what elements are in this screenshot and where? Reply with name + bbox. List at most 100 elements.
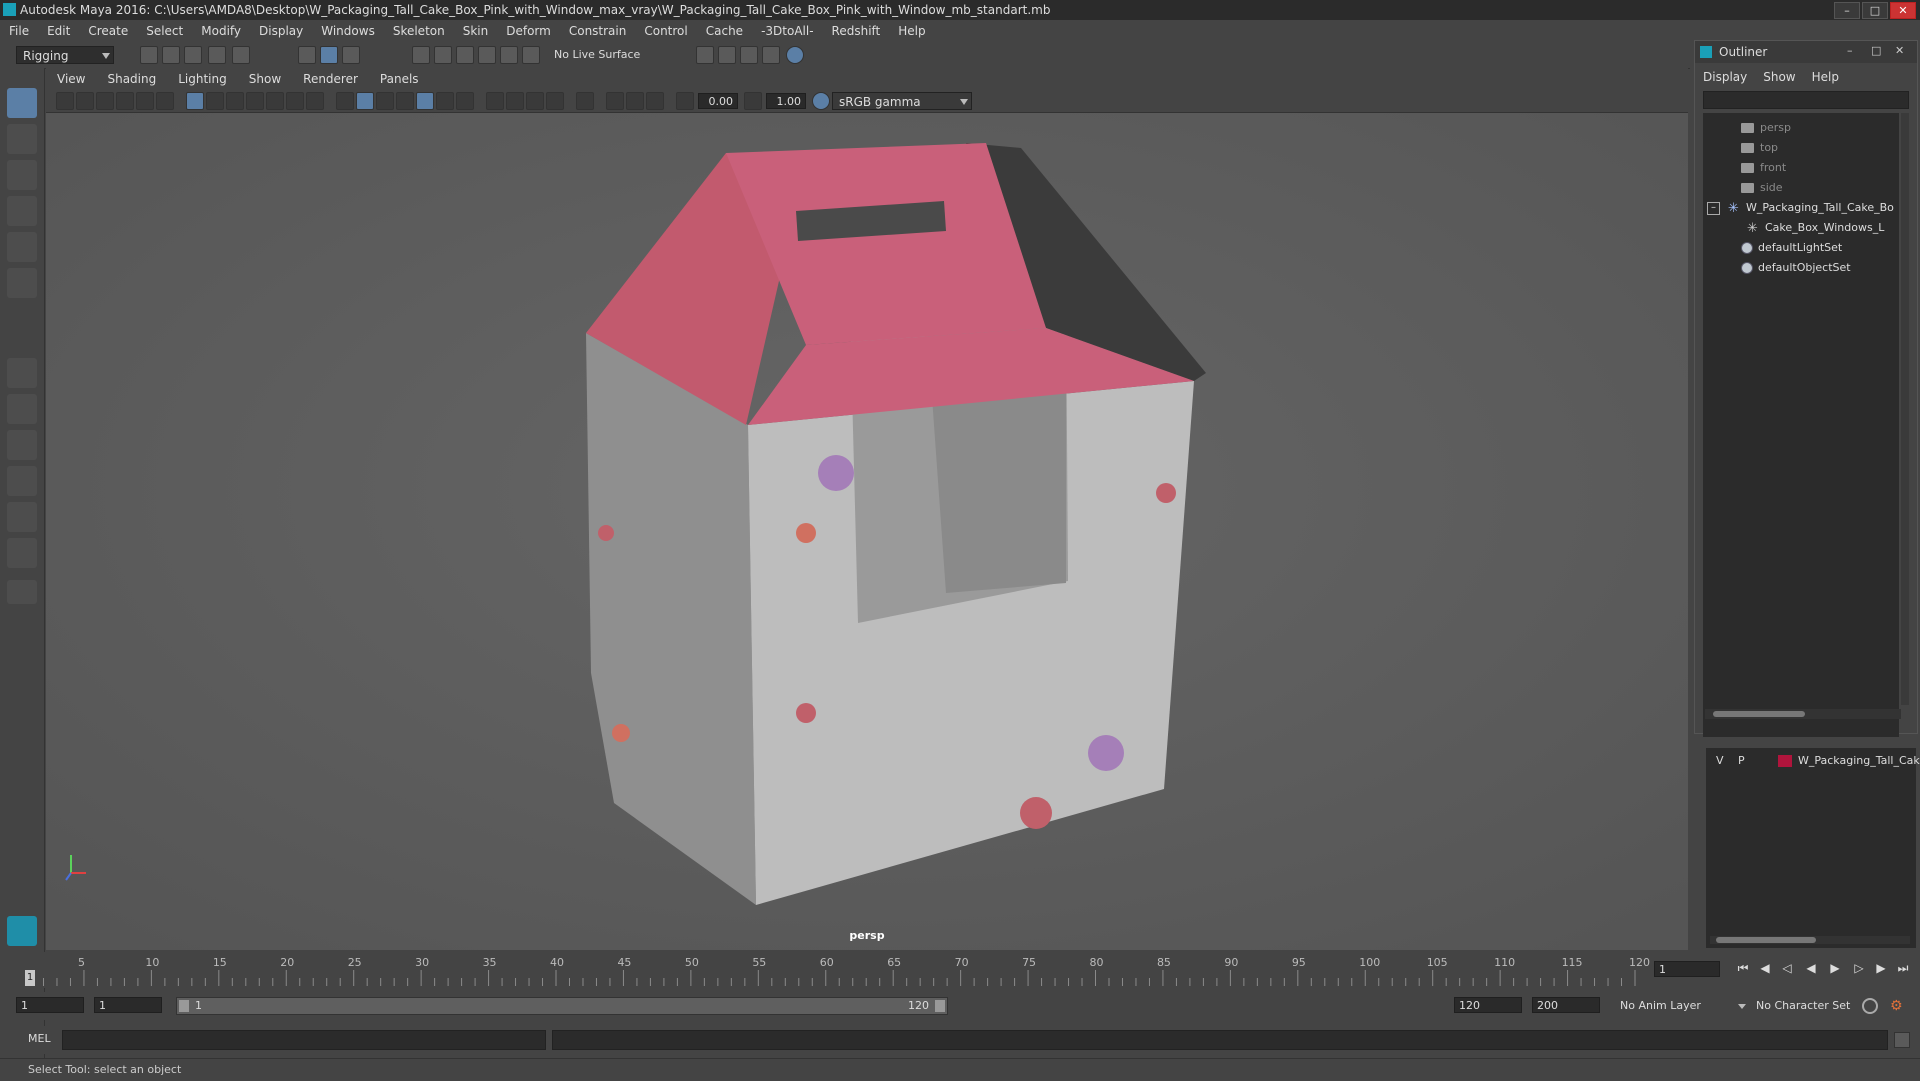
scale-tool-icon[interactable] — [7, 268, 37, 298]
animation-preferences-icon[interactable]: ⚙ — [1890, 998, 1906, 1014]
select-hierarchy-icon[interactable] — [298, 46, 316, 64]
step-forward-frame-icon[interactable]: ▷ — [1852, 961, 1866, 975]
viewport-menu-view[interactable]: View — [46, 72, 96, 86]
outliner-menu-display[interactable]: Display — [1695, 70, 1755, 84]
menu-control[interactable]: Control — [635, 24, 696, 38]
new-scene-icon[interactable] — [140, 46, 158, 64]
textured-icon[interactable] — [416, 92, 434, 110]
outliner-maximize-button[interactable]: □ — [1871, 45, 1885, 57]
wireframe-icon[interactable] — [336, 92, 354, 110]
minimize-button[interactable]: – — [1834, 2, 1860, 19]
outliner-item-default-object-set[interactable]: defaultObjectSet — [1741, 259, 1851, 277]
save-scene-icon[interactable] — [184, 46, 202, 64]
viewport-menu-panels[interactable]: Panels — [369, 72, 430, 86]
wireframe-on-shaded-icon[interactable] — [396, 92, 414, 110]
command-input[interactable] — [62, 1030, 546, 1050]
snap-point-icon[interactable] — [456, 46, 474, 64]
maximize-button[interactable]: □ — [1862, 2, 1888, 19]
single-pane-layout-icon[interactable] — [7, 358, 37, 388]
open-scene-icon[interactable] — [162, 46, 180, 64]
motion-blur-icon[interactable] — [506, 92, 524, 110]
play-backwards-icon[interactable]: ◀ — [1804, 961, 1818, 975]
range-slider-start-handle[interactable] — [179, 1000, 189, 1012]
rotate-tool-icon[interactable] — [7, 232, 37, 262]
more-layouts-icon[interactable] — [7, 580, 37, 604]
outliner-item-persp[interactable]: persp — [1741, 119, 1791, 137]
outliner-item-side[interactable]: side — [1741, 179, 1783, 197]
isolate-select-icon[interactable] — [576, 92, 594, 110]
2d-pan-zoom-icon[interactable] — [136, 92, 154, 110]
camera-attributes-icon[interactable] — [76, 92, 94, 110]
layer-name[interactable]: W_Packaging_Tall_Cak — [1798, 752, 1920, 770]
menu-redshift[interactable]: Redshift — [823, 24, 890, 38]
outliner-layout-icon[interactable] — [7, 502, 37, 532]
gate-mask-icon[interactable] — [246, 92, 264, 110]
live-surface-label[interactable]: No Live Surface — [554, 48, 640, 61]
menu-3dtoall[interactable]: -3DtoAll- — [752, 24, 822, 38]
outliner-item-front[interactable]: front — [1741, 159, 1786, 177]
outliner-menu-show[interactable]: Show — [1755, 70, 1803, 84]
viewport-menu-shading[interactable]: Shading — [96, 72, 167, 86]
layer-horizontal-scrollbar[interactable] — [1710, 936, 1910, 944]
outliner-close-button[interactable]: ✕ — [1895, 45, 1909, 57]
snap-surface-icon[interactable] — [500, 46, 518, 64]
step-back-frame-icon[interactable]: ◁ — [1780, 961, 1794, 975]
scrollbar-thumb[interactable] — [1713, 711, 1805, 717]
script-editor-icon[interactable] — [1894, 1032, 1910, 1048]
select-tool-icon[interactable] — [7, 88, 37, 118]
time-slider[interactable]: 1 5 10 15 20 25 30 35 40 45 50 55 60 65 70 75 80 85 90 95 1… — [20, 952, 1650, 988]
animation-end-field[interactable]: 200 — [1532, 997, 1600, 1013]
menu-select[interactable]: Select — [137, 24, 192, 38]
current-frame-marker[interactable]: 1 — [25, 970, 35, 986]
mode-dropdown[interactable]: Rigging — [16, 46, 114, 64]
menu-modify[interactable]: Modify — [192, 24, 250, 38]
field-chart-icon[interactable] — [266, 92, 284, 110]
layer-playback-toggle[interactable]: P — [1738, 752, 1745, 770]
graph-layout-icon[interactable] — [7, 538, 37, 568]
animation-start-field[interactable]: 1 — [16, 997, 84, 1013]
layer-visibility-toggle[interactable]: V — [1716, 752, 1724, 770]
film-gate-icon[interactable] — [206, 92, 224, 110]
menu-skin[interactable]: Skin — [454, 24, 498, 38]
safe-action-icon[interactable] — [286, 92, 304, 110]
move-tool-icon[interactable] — [7, 196, 37, 226]
auto-key-icon[interactable] — [1862, 998, 1878, 1014]
character-set-dropdown[interactable]: No Character Set — [1756, 997, 1866, 1015]
anim-layer-dropdown[interactable]: No Anim Layer — [1620, 997, 1746, 1015]
render-settings-icon[interactable] — [762, 46, 780, 64]
lasso-tool-icon[interactable] — [7, 124, 37, 154]
render-frame-icon[interactable] — [718, 46, 736, 64]
range-slider[interactable]: 1 120 — [176, 997, 948, 1015]
command-language-toggle[interactable]: MEL — [28, 1032, 51, 1045]
outliner-horizontal-scrollbar[interactable] — [1705, 709, 1901, 719]
viewport-persp[interactable]: persp — [46, 113, 1688, 950]
camera-select-icon[interactable] — [56, 92, 74, 110]
bookmark-icon[interactable] — [96, 92, 114, 110]
exposure-icon[interactable] — [676, 92, 694, 110]
xray-icon[interactable] — [606, 92, 624, 110]
outliner-search-input[interactable] — [1703, 91, 1909, 109]
outliner-item-top[interactable]: top — [1741, 139, 1778, 157]
play-forwards-icon[interactable]: ▶ — [1828, 961, 1842, 975]
outliner-vertical-scrollbar[interactable] — [1901, 113, 1909, 705]
menu-windows[interactable]: Windows — [312, 24, 384, 38]
safe-title-icon[interactable] — [306, 92, 324, 110]
layer-row[interactable]: V P W_Packaging_Tall_Cak — [1706, 752, 1920, 770]
xray-components-icon[interactable] — [646, 92, 664, 110]
range-slider-end-handle[interactable] — [935, 1000, 945, 1012]
resolution-gate-icon[interactable] — [226, 92, 244, 110]
color-space-dropdown[interactable]: sRGB gamma — [832, 92, 972, 110]
close-button[interactable]: ✕ — [1890, 2, 1916, 19]
menu-constrain[interactable]: Constrain — [560, 24, 636, 38]
viewport-menu-renderer[interactable]: Renderer — [292, 72, 369, 86]
depth-of-field-icon[interactable] — [546, 92, 564, 110]
viewport-menu-lighting[interactable]: Lighting — [167, 72, 238, 86]
viewport-menu-show[interactable]: Show — [238, 72, 292, 86]
screen-space-ao-icon[interactable] — [486, 92, 504, 110]
hypershade-icon[interactable] — [786, 46, 804, 64]
menu-create[interactable]: Create — [79, 24, 137, 38]
outliner-list[interactable]: persp top front side – ✳ W_Packaging_Tall_… — [1703, 113, 1899, 737]
anti-aliasing-icon[interactable] — [526, 92, 544, 110]
snap-live-icon[interactable] — [522, 46, 540, 64]
gamma-field[interactable]: 1.00 — [766, 93, 806, 109]
